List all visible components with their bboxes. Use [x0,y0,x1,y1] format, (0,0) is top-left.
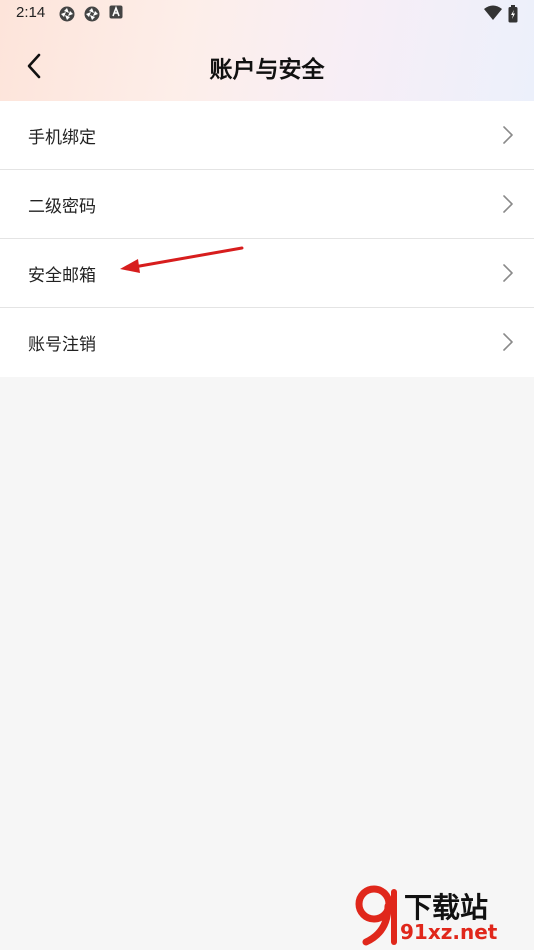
menu-item-phone-binding[interactable]: 手机绑定 [0,101,534,170]
app-notification-icon [59,6,75,22]
status-bar: 2:14 [0,0,534,28]
chevron-right-icon [503,195,513,213]
battery-icon [508,5,518,23]
menu-item-label: 安全邮箱 [28,266,96,286]
menu-item-label: 账号注销 [28,335,96,355]
font-notification-icon [109,5,123,19]
wifi-icon [484,5,502,20]
annotation-arrow-icon [120,246,244,273]
watermark-logo-icon [355,885,397,946]
page-title: 账户与安全 [209,57,325,83]
menu-item-label: 二级密码 [28,197,96,217]
app-notification-icon [84,6,100,22]
menu-item-label: 手机绑定 [28,128,96,148]
nav-bar: 账户与安全 [0,28,534,101]
menu-item-security-email[interactable]: 安全邮箱 [0,239,534,308]
menu-item-account-deletion[interactable]: 账号注销 [0,308,534,377]
status-time: 2:14 [16,4,46,21]
settings-menu-list: 手机绑定 二级密码 安全邮箱 账号注销 [0,101,534,377]
watermark: 下载站 91xz.net [354,880,534,950]
chevron-right-icon [503,126,513,144]
menu-item-secondary-password[interactable]: 二级密码 [0,170,534,239]
chevron-right-icon [503,264,513,282]
chevron-right-icon [503,333,513,351]
watermark-url: 91xz.net [400,920,498,944]
